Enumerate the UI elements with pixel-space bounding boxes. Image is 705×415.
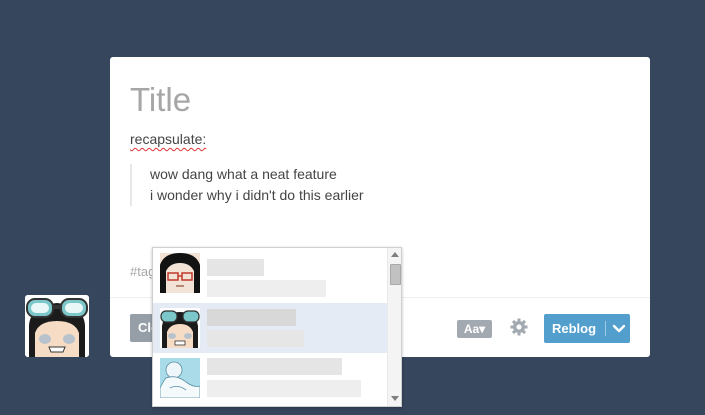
scrollbar-thumb[interactable]	[390, 264, 401, 285]
avatar	[160, 253, 200, 293]
avatar-goggles-image	[25, 295, 89, 357]
gear-icon[interactable]	[510, 318, 528, 336]
avatar	[160, 358, 200, 398]
redacted-username	[207, 309, 296, 326]
avatar	[160, 308, 200, 348]
chevron-down-icon[interactable]	[611, 314, 627, 343]
reblog-quote: wow dang what a neat feature i wonder wh…	[130, 164, 364, 206]
redacted-username	[207, 259, 264, 276]
user-avatar[interactable]	[25, 295, 89, 357]
reblog-source-username[interactable]: recapsulate:	[130, 131, 206, 147]
mention-dropdown	[152, 247, 402, 407]
redacted-blog-title	[207, 330, 304, 347]
title-field[interactable]: Title	[130, 81, 191, 119]
quote-line: wow dang what a neat feature	[150, 166, 337, 182]
redacted-username	[207, 358, 342, 375]
redacted-blog-title	[207, 280, 326, 297]
reblog-button[interactable]: Reblog	[544, 314, 630, 343]
quote-line: i wonder why i didn't do this earlier	[150, 187, 364, 203]
scroll-down-arrow-icon[interactable]	[391, 396, 399, 401]
reblog-button-label: Reblog	[552, 321, 597, 336]
reblog-divider	[605, 321, 606, 336]
scroll-up-arrow-icon[interactable]	[391, 252, 399, 257]
mention-option-selected[interactable]	[153, 303, 387, 353]
mention-option[interactable]	[153, 353, 387, 403]
redacted-blog-title	[207, 380, 361, 397]
dropdown-scrollbar[interactable]	[387, 248, 401, 406]
text-format-button[interactable]: Aa▾	[457, 320, 492, 338]
mention-option[interactable]	[153, 248, 387, 298]
